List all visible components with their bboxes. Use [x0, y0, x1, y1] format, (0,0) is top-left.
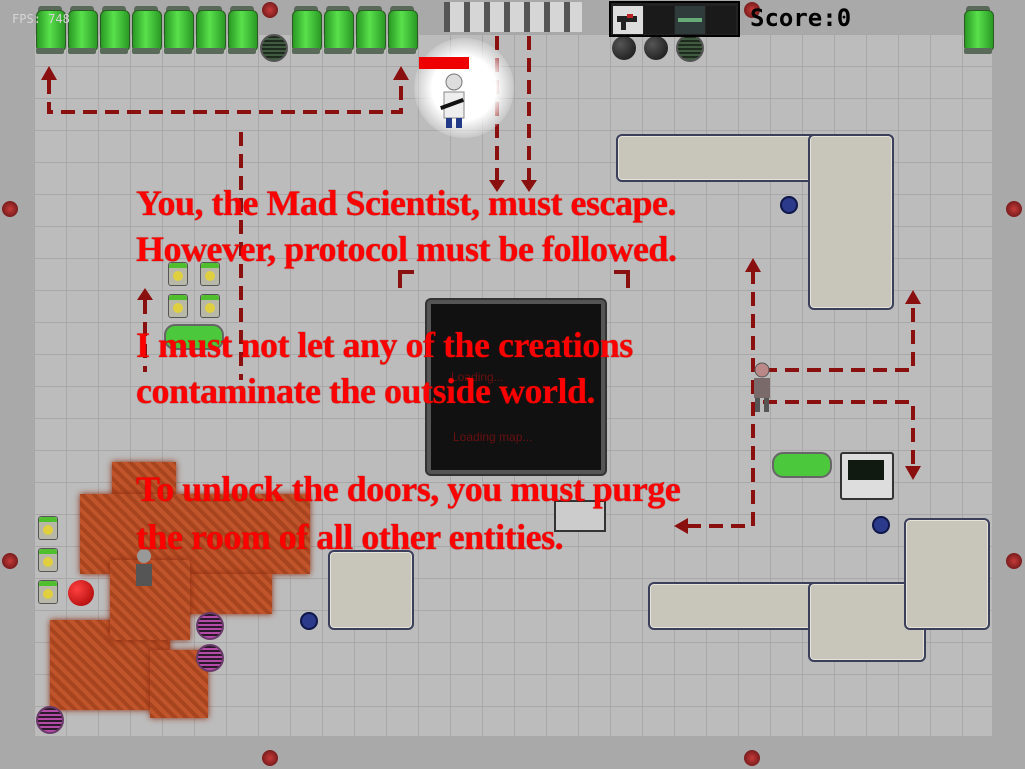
lab-counter — [904, 518, 990, 630]
lava-pool — [176, 574, 272, 614]
player-health-bar — [419, 57, 469, 69]
intro-line-2: However, protocol must be followed. — [136, 229, 677, 269]
intro-line-1: You, the Mad Scientist, must escape. — [136, 183, 676, 223]
loading-subtitle: Loading map... — [453, 430, 533, 444]
loading-frame-corners — [398, 270, 630, 288]
office-chair-icon — [300, 612, 318, 630]
zombie-creation — [754, 362, 770, 412]
arrow-left-icon — [674, 518, 688, 534]
intro-line-3: I must not let any of the creations — [136, 325, 633, 365]
computer-terminal — [840, 452, 894, 500]
intro-line-4: contaminate the outside world. — [136, 371, 595, 411]
floor-grate-icon — [36, 706, 64, 734]
toxic-barrel — [38, 580, 58, 604]
lab-counter — [808, 134, 894, 310]
office-chair-icon — [872, 516, 890, 534]
arrow-down-icon — [905, 466, 921, 480]
toxic-barrel — [38, 548, 58, 572]
mad-scientist-player — [440, 73, 465, 128]
toxic-barrel — [38, 516, 58, 540]
office-chair-icon — [780, 196, 798, 214]
arrow-up-icon — [745, 258, 761, 272]
arrow-up-icon — [393, 66, 409, 80]
arrow-up-icon — [41, 66, 57, 80]
intro-line-5: To unlock the doors, you must purge — [136, 469, 681, 509]
green-vat — [772, 452, 832, 478]
red-orb-icon — [68, 580, 94, 606]
arrow-up-icon — [137, 288, 153, 300]
game-screen[interactable]: FPS: 748 Score:0 Loading... Loading map.… — [0, 0, 1025, 769]
lab-counter — [328, 550, 414, 630]
floor-grate-icon — [196, 612, 224, 640]
arrow-up-icon — [905, 290, 921, 304]
floor-grate-icon — [196, 644, 224, 672]
intro-line-6: the room of all other entities. — [136, 517, 564, 557]
toxic-barrel — [200, 294, 220, 318]
toxic-barrel — [168, 294, 188, 318]
